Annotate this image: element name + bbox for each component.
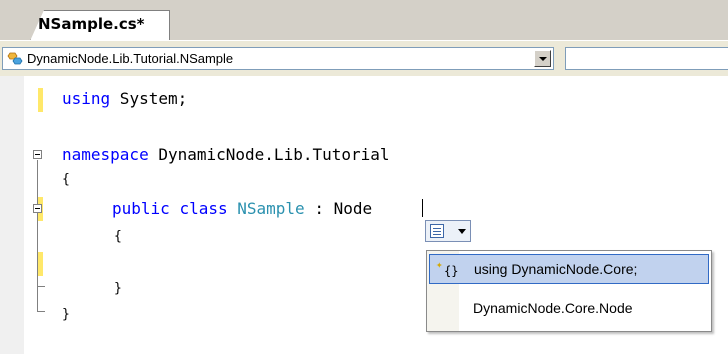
code-line-8[interactable]: } xyxy=(62,307,70,322)
class-icon xyxy=(7,52,23,65)
code-line-7[interactable]: } xyxy=(114,281,122,296)
code-line-5[interactable]: { xyxy=(114,229,122,244)
keyword: namespace xyxy=(62,145,149,164)
collapse-toggle[interactable] xyxy=(33,204,42,213)
code-line-4[interactable]: public class NSample : Node xyxy=(112,199,372,218)
menu-item-label: using DynamicNode.Core; xyxy=(474,261,638,277)
code-text: System; xyxy=(110,89,188,108)
keyword: class xyxy=(179,199,228,218)
document-tab-strip: NSample.cs* xyxy=(0,0,728,41)
outline-line xyxy=(37,160,38,312)
smart-tag-menu: ✦{} using DynamicNode.Core; DynamicNode.… xyxy=(426,250,712,332)
change-marker xyxy=(38,252,43,276)
keyword: public xyxy=(112,199,170,218)
menu-item-qualify-name[interactable]: DynamicNode.Core.Node xyxy=(429,294,709,324)
type-name: NSample xyxy=(237,199,305,218)
text-cursor xyxy=(422,199,423,217)
type-dropdown[interactable]: DynamicNode.Lib.Tutorial.NSample xyxy=(2,47,554,70)
outline-end xyxy=(37,311,45,313)
type-dropdown-arrow[interactable] xyxy=(534,50,551,67)
member-dropdown[interactable] xyxy=(565,47,728,70)
keyword: using xyxy=(62,89,111,108)
code-line-2[interactable]: namespace DynamicNode.Lib.Tutorial xyxy=(62,145,390,164)
menu-item-label: DynamicNode.Core.Node xyxy=(473,300,633,316)
type-dropdown-value: DynamicNode.Lib.Tutorial.NSample xyxy=(27,51,234,66)
smart-tag-icon xyxy=(430,224,444,238)
tab-label[interactable]: NSample.cs* xyxy=(38,15,145,33)
navigation-bar: DynamicNode.Lib.Tutorial.NSample xyxy=(0,40,728,77)
code-text: : Node xyxy=(304,199,373,218)
smart-tag-button[interactable] xyxy=(425,220,471,242)
code-line-1[interactable]: using System; xyxy=(62,89,187,108)
chevron-down-icon xyxy=(458,229,466,234)
collapse-toggle[interactable] xyxy=(33,150,42,159)
outline-end xyxy=(37,286,45,288)
using-namespace-icon: ✦{} xyxy=(436,258,459,278)
menu-item-using-directive[interactable]: ✦{} using DynamicNode.Core; xyxy=(429,254,709,284)
code-line-3[interactable]: { xyxy=(62,172,70,187)
change-marker xyxy=(38,88,43,112)
indicator-margin xyxy=(0,76,24,354)
code-text: DynamicNode.Lib.Tutorial xyxy=(148,145,390,164)
